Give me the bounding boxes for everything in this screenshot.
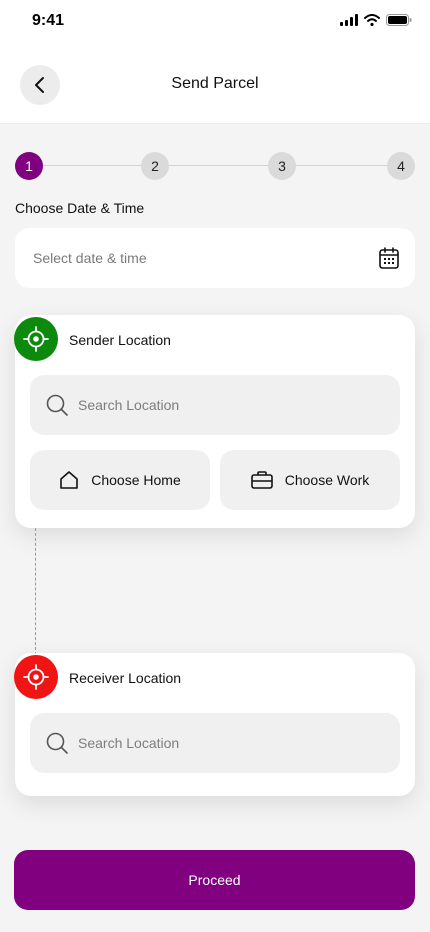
- step-2[interactable]: 2: [141, 152, 169, 180]
- receiver-search-input[interactable]: Search Location: [30, 713, 400, 773]
- search-icon: [46, 732, 68, 754]
- choose-work-label: Choose Work: [284, 472, 370, 488]
- battery-icon: [386, 14, 412, 26]
- date-time-label: Choose Date & Time: [15, 200, 145, 216]
- step-3[interactable]: 3: [268, 152, 296, 180]
- step-1[interactable]: 1: [15, 152, 43, 180]
- status-time: 9:41: [32, 12, 65, 29]
- route-connector: [35, 528, 36, 655]
- sender-pin: [14, 317, 58, 361]
- sender-search-input[interactable]: Search Location: [30, 375, 400, 435]
- header: Send Parcel: [0, 44, 430, 124]
- receiver-pin: [14, 655, 58, 699]
- signal-icon: [340, 14, 358, 26]
- proceed-button[interactable]: Proceed: [14, 850, 415, 910]
- target-icon: [23, 326, 49, 352]
- search-icon: [46, 394, 68, 416]
- receiver-location-card: Receiver Location Search Location: [15, 653, 415, 796]
- sender-search-placeholder: Search Location: [78, 397, 180, 413]
- step-4[interactable]: 4: [387, 152, 415, 180]
- choose-work-button[interactable]: Choose Work: [220, 450, 400, 510]
- date-time-placeholder: Select date & time: [33, 250, 147, 266]
- choose-home-button[interactable]: Choose Home: [30, 450, 210, 510]
- stepper: 1 2 3 4: [15, 152, 415, 180]
- choose-home-label: Choose Home: [91, 472, 181, 488]
- sender-location-title: Sender Location: [69, 332, 171, 348]
- receiver-location-title: Receiver Location: [69, 670, 182, 686]
- wifi-icon: [364, 14, 380, 26]
- stepper-line: [29, 165, 401, 166]
- target-icon: [23, 664, 49, 690]
- briefcase-icon: [250, 471, 273, 489]
- date-time-field[interactable]: Select date & time: [15, 228, 415, 288]
- status-icons: [340, 14, 412, 26]
- home-icon: [60, 471, 79, 489]
- sender-location-card: Sender Location Search Location Choose H…: [15, 315, 415, 528]
- page-title: Send Parcel: [171, 75, 259, 92]
- status-bar: 9:41: [0, 0, 430, 44]
- receiver-search-placeholder: Search Location: [78, 735, 180, 751]
- calendar-icon[interactable]: [379, 247, 399, 269]
